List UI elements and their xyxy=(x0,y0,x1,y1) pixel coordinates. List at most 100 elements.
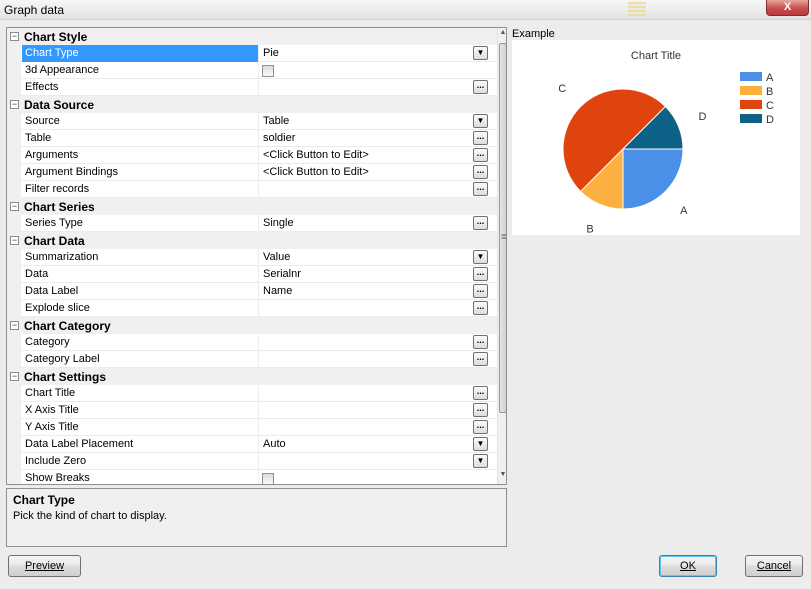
collapse-minus-icon[interactable]: − xyxy=(10,372,19,381)
property-name[interactable]: Chart Title xyxy=(22,385,259,402)
property-row[interactable]: Chart Type Pie ▼ xyxy=(7,45,497,62)
property-row[interactable]: Table soldier... xyxy=(7,130,497,147)
property-row[interactable]: Source Table ▼ xyxy=(7,113,497,130)
scroll-down-icon[interactable]: ▼ xyxy=(498,471,506,483)
ellipsis-button-icon[interactable]: ... xyxy=(473,403,488,417)
property-row[interactable]: 3d Appearance xyxy=(7,62,497,79)
ok-button[interactable]: OK xyxy=(659,555,717,577)
category-row[interactable]: − Chart Series xyxy=(7,198,497,215)
property-value[interactable]: Pie xyxy=(260,45,472,62)
ellipsis-button-icon[interactable]: ... xyxy=(473,386,488,400)
ellipsis-button-icon[interactable]: ... xyxy=(473,148,488,162)
property-value[interactable]: <Click Button to Edit> xyxy=(260,164,472,181)
property-name[interactable]: Table xyxy=(22,130,259,147)
property-row[interactable]: Category... xyxy=(7,334,497,351)
property-row[interactable]: Include Zero ▼ xyxy=(7,453,497,470)
property-value[interactable] xyxy=(260,181,472,198)
scroll-up-icon[interactable]: ▲ xyxy=(498,29,506,41)
ellipsis-button-icon[interactable]: ... xyxy=(473,165,488,179)
property-name[interactable]: Arguments xyxy=(22,147,259,164)
property-value[interactable] xyxy=(260,453,472,470)
collapse-minus-icon[interactable]: − xyxy=(10,202,19,211)
property-name[interactable]: Chart Type xyxy=(22,45,259,62)
property-value[interactable] xyxy=(260,419,472,436)
property-name[interactable]: Series Type xyxy=(22,215,259,232)
property-row[interactable]: Show Breaks xyxy=(7,470,497,484)
property-name[interactable]: Effects xyxy=(22,79,259,96)
property-value[interactable] xyxy=(260,351,472,368)
cancel-button[interactable]: Cancel xyxy=(745,555,803,577)
category-row[interactable]: − Data Source xyxy=(7,96,497,113)
close-button[interactable]: X xyxy=(766,0,809,16)
property-checkbox[interactable] xyxy=(262,473,274,484)
ellipsis-button-icon[interactable]: ... xyxy=(473,182,488,196)
property-name[interactable]: Source xyxy=(22,113,259,130)
property-name[interactable]: Filter records xyxy=(22,181,259,198)
dropdown-arrow-icon[interactable]: ▼ xyxy=(473,437,488,451)
property-name[interactable]: X Axis Title xyxy=(22,402,259,419)
property-value[interactable]: <Click Button to Edit> xyxy=(260,147,472,164)
property-checkbox[interactable] xyxy=(262,65,274,77)
property-name[interactable]: Explode slice xyxy=(22,300,259,317)
category-row[interactable]: − Chart Data xyxy=(7,232,497,249)
property-value[interactable]: Table xyxy=(260,113,472,130)
property-row[interactable]: Filter records... xyxy=(7,181,497,198)
property-value[interactable] xyxy=(260,385,472,402)
scroll-thumb[interactable]: ═ ═ xyxy=(499,43,506,413)
property-name[interactable]: Y Axis Title xyxy=(22,419,259,436)
property-value[interactable] xyxy=(260,79,472,96)
property-row[interactable]: Chart Title... xyxy=(7,385,497,402)
property-value[interactable]: Single xyxy=(260,215,472,232)
property-name[interactable]: Include Zero xyxy=(22,453,259,470)
property-value[interactable] xyxy=(260,300,472,317)
property-row[interactable]: Series Type Single... xyxy=(7,215,497,232)
property-value[interactable]: soldier xyxy=(260,130,472,147)
property-row[interactable]: Argument Bindings <Click Button to Edit>.… xyxy=(7,164,497,181)
category-row[interactable]: − Chart Settings xyxy=(7,368,497,385)
ellipsis-button-icon[interactable]: ... xyxy=(473,352,488,366)
property-row[interactable]: Category Label... xyxy=(7,351,497,368)
property-name[interactable]: Data Label Placement xyxy=(22,436,259,453)
property-name[interactable]: Category xyxy=(22,334,259,351)
ellipsis-button-icon[interactable]: ... xyxy=(473,80,488,94)
property-row[interactable]: Summarization Value ▼ xyxy=(7,249,497,266)
property-name[interactable]: Show Breaks xyxy=(22,470,259,484)
ellipsis-button-icon[interactable]: ... xyxy=(473,267,488,281)
collapse-minus-icon[interactable]: − xyxy=(10,32,19,41)
property-value[interactable]: Name xyxy=(260,283,472,300)
dropdown-arrow-icon[interactable]: ▼ xyxy=(473,454,488,468)
preview-button[interactable]: Preview xyxy=(8,555,81,577)
property-name[interactable]: Data xyxy=(22,266,259,283)
property-row[interactable]: Explode slice... xyxy=(7,300,497,317)
property-row[interactable]: Data Serialnr... xyxy=(7,266,497,283)
category-row[interactable]: − Chart Category xyxy=(7,317,497,334)
ellipsis-button-icon[interactable]: ... xyxy=(473,131,488,145)
property-value[interactable]: Auto xyxy=(260,436,472,453)
property-value[interactable] xyxy=(260,334,472,351)
collapse-minus-icon[interactable]: − xyxy=(10,321,19,330)
category-row[interactable]: − Chart Style xyxy=(7,28,497,45)
ellipsis-button-icon[interactable]: ... xyxy=(473,335,488,349)
ellipsis-button-icon[interactable]: ... xyxy=(473,216,488,230)
dropdown-arrow-icon[interactable]: ▼ xyxy=(473,114,488,128)
property-row[interactable]: X Axis Title... xyxy=(7,402,497,419)
property-row[interactable]: Data Label Name... xyxy=(7,283,497,300)
property-name[interactable]: Summarization xyxy=(22,249,259,266)
property-value[interactable] xyxy=(260,402,472,419)
ellipsis-button-icon[interactable]: ... xyxy=(473,301,488,315)
property-name[interactable]: Data Label xyxy=(22,283,259,300)
property-value[interactable]: Serialnr xyxy=(260,266,472,283)
property-grid-scrollbar[interactable]: ▲ ═ ═ ▼ xyxy=(497,28,506,484)
property-name[interactable]: 3d Appearance xyxy=(22,62,259,79)
property-name[interactable]: Category Label xyxy=(22,351,259,368)
collapse-minus-icon[interactable]: − xyxy=(10,100,19,109)
property-name[interactable]: Argument Bindings xyxy=(22,164,259,181)
dropdown-arrow-icon[interactable]: ▼ xyxy=(473,250,488,264)
ellipsis-button-icon[interactable]: ... xyxy=(473,420,488,434)
property-row[interactable]: Arguments <Click Button to Edit>... xyxy=(7,147,497,164)
ellipsis-button-icon[interactable]: ... xyxy=(473,284,488,298)
property-row[interactable]: Data Label Placement Auto ▼ xyxy=(7,436,497,453)
property-row[interactable]: Y Axis Title... xyxy=(7,419,497,436)
dropdown-arrow-icon[interactable]: ▼ xyxy=(473,46,488,60)
property-value[interactable]: Value xyxy=(260,249,472,266)
